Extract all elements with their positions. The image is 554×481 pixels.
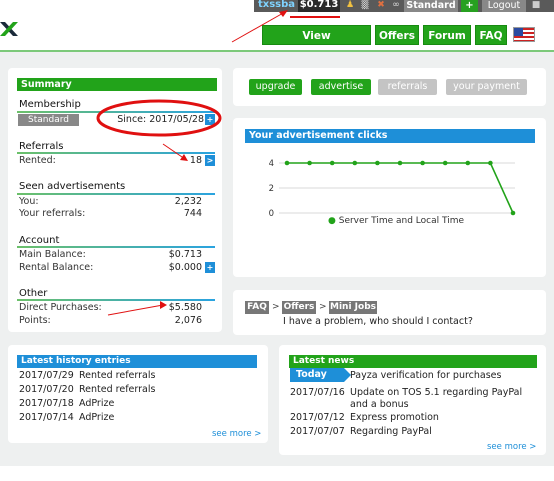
data-point xyxy=(307,160,312,166)
username-link[interactable]: txssba xyxy=(258,0,295,10)
you-value: 2,232 xyxy=(174,196,202,207)
upgrade-button[interactable]: upgrade xyxy=(249,79,302,95)
direct-purchases-value: $5.580 xyxy=(168,302,202,313)
chart-icon[interactable]: ▒ xyxy=(360,0,370,11)
history-see-more-link[interactable]: see more > xyxy=(212,429,261,439)
news-today-link[interactable]: Payza verification for purchases xyxy=(350,370,501,381)
nav-faq[interactable]: FAQ xyxy=(475,25,507,45)
history-text: Rented referrals xyxy=(79,370,156,381)
data-point xyxy=(510,210,516,216)
y-tick-label: 2 xyxy=(269,184,274,194)
main-balance-value: $0.713 xyxy=(168,249,202,260)
balance-display: $0.713 xyxy=(298,0,340,12)
logout-button[interactable]: Logout xyxy=(482,0,526,12)
news-title: Latest news xyxy=(289,355,537,368)
nav-forum[interactable]: Forum xyxy=(423,25,471,45)
rented-value: 18 xyxy=(189,155,202,166)
data-point xyxy=(442,160,448,166)
clicks-chart-title: Your advertisement clicks xyxy=(245,129,535,143)
history-text: AdPrize xyxy=(79,398,115,409)
data-point xyxy=(352,160,358,166)
crumb-separator: > xyxy=(319,302,327,312)
referrals-button[interactable]: referrals xyxy=(378,79,437,95)
points-value: 2,076 xyxy=(174,315,202,326)
data-point xyxy=(284,160,290,166)
rental-balance-value: $0.000 xyxy=(168,262,202,273)
other-divider xyxy=(17,299,215,301)
us-flag-icon[interactable] xyxy=(513,27,535,42)
membership-title: Membership xyxy=(19,99,81,110)
crumb-separator: > xyxy=(272,302,280,312)
summary-title: Summary xyxy=(17,78,217,91)
history-date: 2017/07/20 xyxy=(19,384,74,395)
legend-marker-icon: ● xyxy=(328,216,336,226)
you-label: You: xyxy=(19,196,39,207)
membership-since: Since: 2017/05/28 xyxy=(117,114,204,125)
referrals-go-button[interactable]: > xyxy=(205,155,215,166)
history-text: Rented referrals xyxy=(79,384,156,395)
account-divider xyxy=(17,246,215,248)
offers-crumb[interactable]: Offers xyxy=(282,301,316,314)
history-date: 2017/07/14 xyxy=(19,412,74,423)
membership-type: Standard xyxy=(18,114,79,126)
account-title: Account xyxy=(19,235,60,246)
membership-divider xyxy=(17,111,215,113)
chart-legend: ● Server Time and Local Time xyxy=(328,216,464,226)
referrals-title: Referrals xyxy=(19,141,64,152)
points-label: Points: xyxy=(19,315,51,326)
today-badge: Today xyxy=(290,368,351,382)
nav-offers[interactable]: Offers xyxy=(375,25,419,45)
rental-balance-label: Rental Balance: xyxy=(19,262,94,273)
lock-icon[interactable]: ■ xyxy=(530,0,542,11)
news-date: 2017/07/12 xyxy=(290,412,345,423)
rented-label: Rented: xyxy=(19,155,56,166)
site-logo[interactable] xyxy=(0,18,18,40)
membership-badge[interactable]: Standard xyxy=(404,0,458,12)
your-referrals-label: Your referrals: xyxy=(19,208,86,219)
faq-card xyxy=(233,290,546,335)
data-point xyxy=(488,160,493,166)
news-link[interactable]: Update on TOS 5.1 regarding PayPal and a… xyxy=(350,387,535,411)
advertise-button[interactable]: advertise xyxy=(311,79,371,95)
link-icon[interactable]: ∞ xyxy=(391,0,401,11)
news-date: 2017/07/07 xyxy=(290,426,345,437)
history-date: 2017/07/18 xyxy=(19,398,74,409)
seen-ads-divider xyxy=(17,193,215,195)
seen-ads-title: Seen advertisements xyxy=(19,181,126,192)
y-tick-label: 0 xyxy=(269,209,274,219)
faq-question-link[interactable]: I have a problem, who should I contact? xyxy=(283,316,473,327)
history-text: AdPrize xyxy=(79,412,115,423)
history-date: 2017/07/29 xyxy=(19,370,74,381)
membership-more-button[interactable]: + xyxy=(205,114,215,125)
data-point xyxy=(375,160,380,166)
legend-label: Server Time and Local Time xyxy=(338,216,465,226)
faq-crumb[interactable]: FAQ xyxy=(245,301,269,314)
referrals-divider xyxy=(17,152,215,154)
data-point xyxy=(465,160,471,166)
other-title: Other xyxy=(19,288,48,299)
news-link[interactable]: Regarding PayPal xyxy=(350,426,432,437)
footer-strip xyxy=(0,466,554,481)
history-title: Latest history entries xyxy=(17,355,257,368)
rental-balance-more-button[interactable]: + xyxy=(205,262,215,273)
direct-purchases-label: Direct Purchases: xyxy=(19,302,102,313)
main-balance-label: Main Balance: xyxy=(19,249,86,260)
news-see-more-link[interactable]: see more > xyxy=(487,442,536,452)
your-referrals-value: 744 xyxy=(183,208,202,219)
mini-jobs-crumb[interactable]: Mini Jobs xyxy=(329,301,377,314)
your-payment-button[interactable]: your payment xyxy=(446,79,527,95)
data-point xyxy=(329,160,335,166)
data-point xyxy=(420,160,425,166)
tools-icon[interactable]: ✖ xyxy=(376,0,386,11)
nav-view-advertisements[interactable]: View Advertisements xyxy=(262,25,371,62)
upgrade-plus-button[interactable]: + xyxy=(461,0,478,12)
user-icon[interactable]: ♟ xyxy=(345,0,355,11)
y-tick-label: 4 xyxy=(269,159,274,169)
news-date: 2017/07/16 xyxy=(290,387,345,398)
news-link[interactable]: Express promotion xyxy=(350,412,439,423)
data-point xyxy=(397,160,403,166)
